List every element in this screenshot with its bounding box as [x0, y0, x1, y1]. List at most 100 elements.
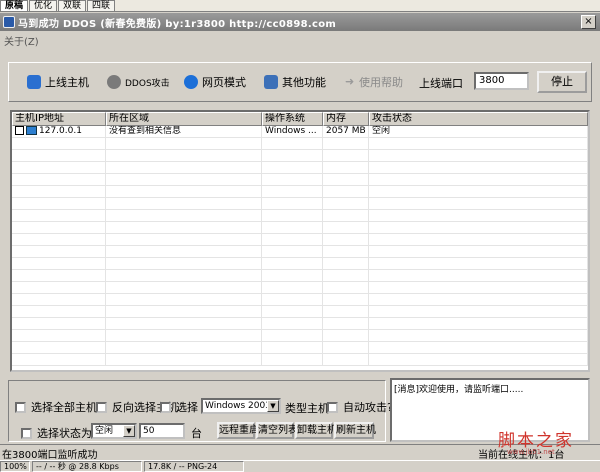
tab-optimized[interactable]: 优化: [29, 0, 58, 11]
auto-attack-checkbox[interactable]: 自动攻击?: [327, 399, 393, 415]
empty-cell: [262, 198, 323, 209]
web-mode-button[interactable]: 网页模式: [184, 72, 246, 92]
empty-cell: [323, 294, 369, 305]
empty-row: [12, 222, 588, 234]
empty-cell: [106, 186, 262, 197]
port-input[interactable]: 3800: [474, 72, 529, 90]
clear-list-button[interactable]: 清空列表: [256, 422, 298, 439]
empty-cell: [262, 306, 323, 317]
menu-bar: 关于(Z): [0, 31, 600, 48]
empty-cell: [323, 162, 369, 173]
empty-cell: [262, 354, 323, 365]
tab-original[interactable]: 原稿: [0, 0, 29, 11]
chevron-down-icon[interactable]: ▼: [123, 425, 135, 437]
empty-cell: [262, 210, 323, 221]
empty-cell: [106, 234, 262, 245]
table-row[interactable]: 127.0.0.1 没有查到相关信息 Windows ... 2057 MB 空…: [12, 126, 588, 138]
view-tab-strip: 原稿 优化 双联 四联: [0, 0, 600, 12]
stop-button[interactable]: 停止: [537, 71, 587, 93]
column-memory[interactable]: 内存: [323, 112, 369, 126]
empty-row: [12, 342, 588, 354]
empty-cell: [262, 294, 323, 305]
empty-cell: [369, 138, 588, 149]
row-checkbox[interactable]: [15, 126, 24, 135]
tab-4up[interactable]: 四联: [87, 0, 116, 11]
empty-cell: [369, 234, 588, 245]
select-all-checkbox[interactable]: 选择全部主机: [15, 399, 97, 415]
file-size: 17.8K / -- PNG-24: [144, 461, 244, 472]
empty-row: [12, 162, 588, 174]
status-select[interactable]: 空闲 ▼: [91, 423, 137, 439]
empty-cell: [323, 258, 369, 269]
zoom-level[interactable]: 100%: [0, 461, 30, 472]
arrow-icon: ➜: [345, 75, 355, 88]
empty-cell: [262, 186, 323, 197]
empty-cell: [106, 174, 262, 185]
empty-cell: [369, 270, 588, 281]
empty-cell: [323, 150, 369, 161]
port-label: 上线端口: [419, 77, 463, 90]
empty-cell: [369, 210, 588, 221]
empty-cell: [369, 162, 588, 173]
empty-cell: [12, 186, 106, 197]
empty-cell: [12, 258, 106, 269]
empty-row: [12, 210, 588, 222]
online-host-button[interactable]: 上线主机: [27, 72, 89, 92]
empty-cell: [12, 162, 106, 173]
menu-about[interactable]: 关于(Z): [4, 33, 39, 48]
remote-restart-button[interactable]: 远程重启: [217, 422, 259, 439]
empty-cell: [106, 138, 262, 149]
empty-cell: [369, 306, 588, 317]
empty-cell: [323, 342, 369, 353]
select-type-checkbox[interactable]: 选择: [160, 399, 198, 415]
empty-cell: [323, 174, 369, 185]
empty-cell: [12, 282, 106, 293]
empty-cell: [106, 246, 262, 257]
empty-cell: [106, 282, 262, 293]
host-list[interactable]: 主机IP地址 所在区域 操作系统 内存 攻击状态 127.0.0.1 没有查到相…: [10, 110, 590, 372]
os-type-select[interactable]: Windows 2003 ▼: [201, 398, 281, 414]
empty-row: [12, 318, 588, 330]
empty-cell: [12, 342, 106, 353]
empty-cell: [12, 198, 106, 209]
count-value: 50: [143, 426, 155, 436]
empty-cell: [323, 186, 369, 197]
status-listen: 在3800端口监听成功: [2, 450, 98, 461]
column-attack-status[interactable]: 攻击状态: [369, 112, 588, 126]
toolbar: 上线主机 DDOS攻击 网页模式 其他功能 ➜ 使用帮助 上线端口 3800 停…: [8, 62, 592, 102]
refresh-host-button[interactable]: 刷新主机: [334, 422, 376, 439]
empty-cell: [369, 354, 588, 365]
attack-icon: [107, 75, 121, 89]
select-status-checkbox[interactable]: 选择状态为: [21, 425, 92, 441]
empty-cell: [106, 354, 262, 365]
column-region[interactable]: 所在区域: [106, 112, 262, 126]
cell-ip: 127.0.0.1: [12, 126, 106, 137]
download-speed: -- / -- 秒 @ 28.8 Kbps: [32, 461, 142, 472]
empty-row: [12, 294, 588, 306]
count-input[interactable]: 50: [139, 423, 185, 439]
column-ip[interactable]: 主机IP地址: [12, 112, 106, 126]
other-functions-label: 其他功能: [282, 76, 326, 89]
empty-cell: [369, 186, 588, 197]
empty-cell: [369, 246, 588, 257]
checkbox-box: [21, 427, 32, 439]
empty-row: [12, 330, 588, 342]
ddos-attack-button[interactable]: DDOS攻击: [107, 72, 170, 92]
host-list-header: 主机IP地址 所在区域 操作系统 内存 攻击状态: [12, 112, 588, 126]
other-functions-button[interactable]: 其他功能: [264, 72, 326, 92]
uninstall-host-button[interactable]: 卸载主机: [295, 422, 337, 439]
help-button[interactable]: ➜ 使用帮助: [345, 72, 403, 92]
empty-cell: [106, 222, 262, 233]
empty-cell: [369, 174, 588, 185]
empty-cell: [369, 282, 588, 293]
empty-cell: [262, 174, 323, 185]
close-button[interactable]: ×: [581, 15, 596, 29]
column-os[interactable]: 操作系统: [262, 112, 323, 126]
empty-cell: [323, 198, 369, 209]
empty-cell: [262, 138, 323, 149]
tab-2up[interactable]: 双联: [58, 0, 87, 11]
chevron-down-icon[interactable]: ▼: [267, 400, 279, 412]
empty-cell: [323, 318, 369, 329]
empty-cell: [12, 234, 106, 245]
empty-cell: [106, 318, 262, 329]
